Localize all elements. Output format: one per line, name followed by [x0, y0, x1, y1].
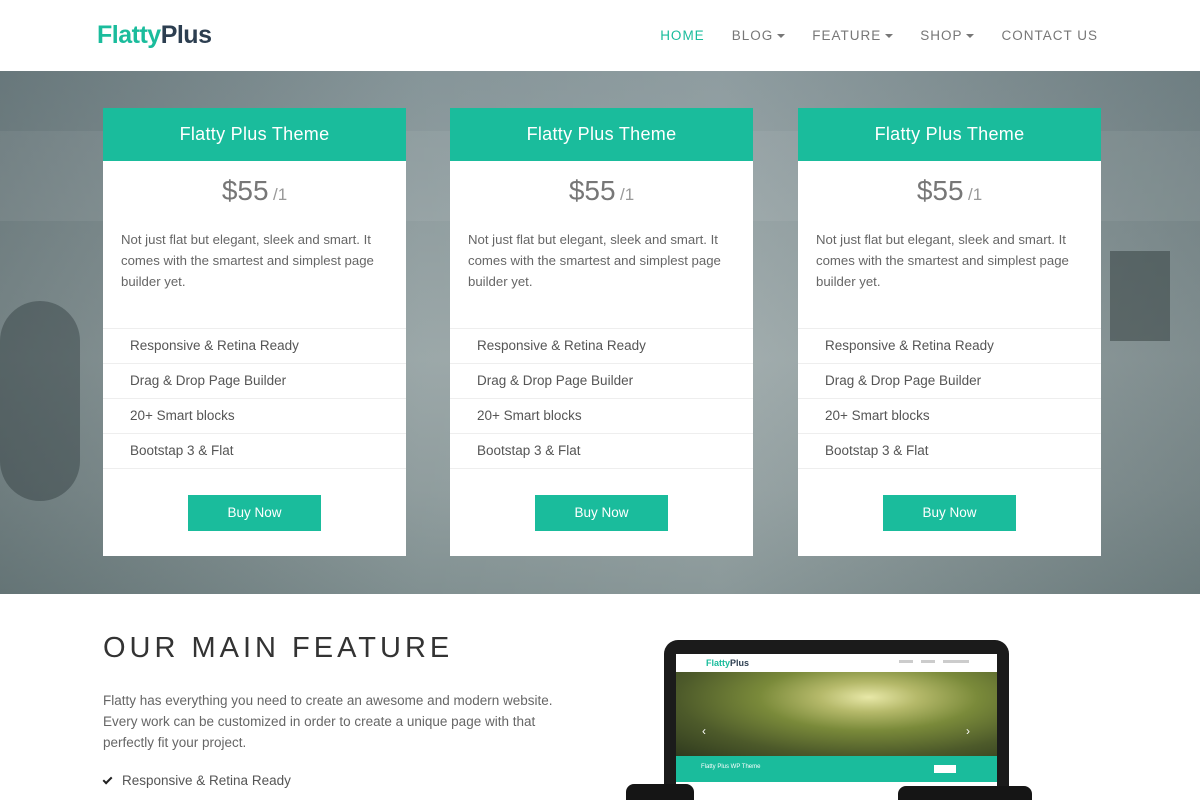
pricing-feature: 20+ Smart blocks — [798, 399, 1101, 434]
nav-shop-label: SHOP — [920, 28, 963, 43]
price-amount: $55 — [568, 175, 616, 206]
site-logo[interactable]: FlattyPlus — [97, 21, 212, 50]
nav-contact-label: CONTACT US — [1001, 28, 1098, 43]
chevron-down-icon — [966, 34, 975, 38]
pricing-card-price: $55 /1 — [798, 175, 1101, 207]
feature-checklist: Responsive & Retina Ready — [102, 773, 291, 788]
preview-band-text: Flatty Plus WP Theme — [701, 764, 761, 770]
pricing-feature: 20+ Smart blocks — [450, 399, 753, 434]
logo-text-secondary: Plus — [160, 21, 212, 49]
nav-blog-label: BLOG — [731, 28, 774, 43]
pricing-feature: Responsive & Retina Ready — [450, 329, 753, 364]
pricing-feature: Drag & Drop Page Builder — [450, 364, 753, 399]
pricing-card-title: Flatty Plus Theme — [798, 108, 1101, 161]
tablet-mockup: FlattyPlus ‹ › Flatty Plus WP Theme — [664, 640, 1009, 800]
pricing-feature: Responsive & Retina Ready — [103, 329, 406, 364]
preview-logo-primary: Flatty — [706, 658, 731, 668]
price-amount: $55 — [221, 175, 269, 206]
chevron-right-icon: › — [966, 724, 970, 738]
site-header: FlattyPlus HOME BLOG FEATURE SHOP CONTAC… — [0, 0, 1200, 71]
chevron-down-icon — [885, 34, 894, 38]
pricing-card-description: Not just flat but elegant, sleek and sma… — [468, 232, 721, 289]
preview-nav-item — [899, 660, 913, 663]
preview-nav-item — [921, 660, 935, 663]
preview-header: FlattyPlus — [676, 654, 997, 672]
nav-feature[interactable]: FEATURE — [812, 28, 894, 43]
chevron-left-icon: ‹ — [702, 724, 706, 738]
buy-now-button[interactable]: Buy Now — [535, 495, 668, 531]
main-nav: HOME BLOG FEATURE SHOP CONTACT US — [633, 28, 1098, 43]
check-icon — [102, 774, 113, 784]
pricing-card-title: Flatty Plus Theme — [450, 108, 753, 161]
checklist-item: Responsive & Retina Ready — [102, 773, 291, 788]
section-title: OUR MAIN FEATURE — [103, 632, 454, 664]
logo-text-primary: Flatty — [97, 21, 161, 49]
price-period: /1 — [967, 185, 983, 204]
pricing-feature-list: Responsive & Retina Ready Drag & Drop Pa… — [450, 328, 753, 469]
price-amount: $55 — [916, 175, 964, 206]
preview-logo-secondary: Plus — [730, 658, 750, 668]
pricing-card-1: Flatty Plus Theme $55 /1 Not just flat b… — [103, 108, 406, 556]
pricing-feature: Bootstap 3 & Flat — [450, 434, 753, 469]
nav-feature-label: FEATURE — [812, 28, 882, 43]
tablet-screen: FlattyPlus ‹ › Flatty Plus WP Theme — [676, 654, 997, 800]
pricing-feature: 20+ Smart blocks — [103, 399, 406, 434]
buy-now-button[interactable]: Buy Now — [883, 495, 1016, 531]
pricing-card-description: Not just flat but elegant, sleek and sma… — [121, 232, 374, 289]
nav-home-label: HOME — [660, 28, 705, 43]
pricing-card-title: Flatty Plus Theme — [103, 108, 406, 161]
pricing-feature: Bootstap 3 & Flat — [103, 434, 406, 469]
preview-nav-item — [943, 660, 969, 663]
preview-nav — [899, 660, 969, 663]
nav-contact[interactable]: CONTACT US — [1001, 28, 1098, 43]
hero-decor-shape — [1110, 251, 1170, 341]
nav-shop[interactable]: SHOP — [920, 28, 975, 43]
nav-home[interactable]: HOME — [660, 28, 705, 43]
section-description: Flatty has everything you need to create… — [103, 693, 553, 750]
preview-band: Flatty Plus WP Theme — [676, 756, 997, 782]
buy-now-button[interactable]: Buy Now — [188, 495, 321, 531]
price-period: /1 — [619, 185, 635, 204]
nav-blog[interactable]: BLOG — [732, 28, 786, 43]
pricing-feature-list: Responsive & Retina Ready Drag & Drop Pa… — [798, 328, 1101, 469]
phone-mockup — [898, 786, 1032, 800]
pricing-feature-list: Responsive & Retina Ready Drag & Drop Pa… — [103, 328, 406, 469]
pricing-card-3: Flatty Plus Theme $55 /1 Not just flat b… — [798, 108, 1101, 556]
chevron-down-icon — [777, 34, 786, 38]
pricing-card-price: $55 /1 — [103, 175, 406, 207]
pricing-feature: Responsive & Retina Ready — [798, 329, 1101, 364]
pricing-feature: Drag & Drop Page Builder — [798, 364, 1101, 399]
pricing-card-2: Flatty Plus Theme $55 /1 Not just flat b… — [450, 108, 753, 556]
hero-decor-shape — [0, 301, 80, 501]
phone-mockup — [626, 784, 694, 800]
preview-logo: FlattyPlus — [706, 658, 749, 668]
pricing-feature: Drag & Drop Page Builder — [103, 364, 406, 399]
price-period: /1 — [272, 185, 288, 204]
checklist-item-label: Responsive & Retina Ready — [122, 773, 291, 788]
pricing-card-price: $55 /1 — [450, 175, 753, 207]
pricing-card-description: Not just flat but elegant, sleek and sma… — [816, 232, 1069, 289]
preview-forest-image: ‹ › — [676, 672, 997, 756]
pricing-feature: Bootstap 3 & Flat — [798, 434, 1101, 469]
preview-button — [934, 765, 956, 773]
